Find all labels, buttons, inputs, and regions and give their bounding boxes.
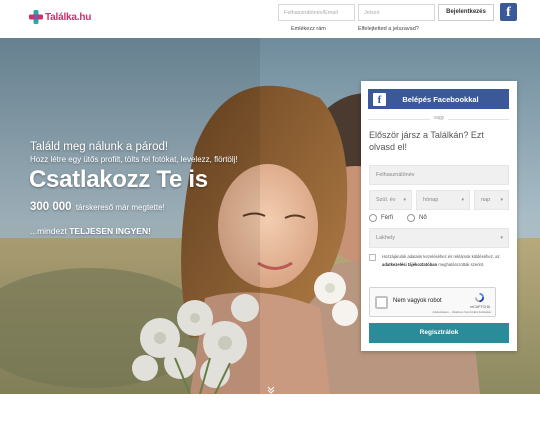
- radio-icon: [407, 214, 415, 222]
- chevron-down-icon: ▾: [500, 197, 503, 203]
- birth-year-select[interactable]: Szül. év ▾: [369, 190, 412, 210]
- radio-icon: [369, 214, 377, 222]
- recaptcha-label: Nem vagyok robot: [393, 298, 442, 304]
- member-count-text: társkereső már megtette!: [75, 203, 165, 212]
- registration-card: f Belépés Facebookkal vagy Először jársz…: [361, 81, 517, 351]
- recaptcha-brand: reCAPTCHA: [470, 305, 490, 309]
- forgot-password-link[interactable]: Elfelejtetted a jelszavad?: [358, 26, 419, 32]
- consent-text-2: meghatározottak szerint.: [438, 261, 485, 267]
- recaptcha-terms[interactable]: Adatvédelem – Általános Szerződési Felté…: [433, 310, 491, 314]
- birth-day-label: nap: [481, 197, 491, 203]
- gender-female-label: Nő: [419, 215, 427, 221]
- username-placeholder: Felhasználónév: [376, 172, 415, 178]
- facebook-icon: f: [373, 92, 386, 106]
- username-field[interactable]: Felhasználónév: [369, 165, 509, 185]
- hero-subtitle: Hozz létre egy ütős profilt, tölts fel f…: [30, 155, 238, 164]
- logo-cross-icon: [29, 10, 43, 24]
- consent-checkbox[interactable]: [369, 254, 376, 261]
- chevron-down-icon: ▾: [500, 235, 503, 241]
- chevron-double-down-icon[interactable]: [267, 386, 275, 394]
- hero-banner: Találd meg nálunk a párod! Hozz létre eg…: [0, 38, 540, 394]
- header-username-input[interactable]: [278, 4, 355, 21]
- top-header: Találka.hu Bejelentkezés f Emlékezz rám …: [0, 0, 540, 38]
- birth-month-label: hónap: [423, 197, 439, 203]
- or-divider: vagy: [368, 115, 509, 123]
- register-button[interactable]: Regisztrálok: [369, 323, 509, 343]
- free-notice: ...mindezt TELJESEN INGYEN!: [30, 226, 151, 236]
- chevron-down-icon: ▾: [461, 197, 464, 203]
- hero-tagline: Találd meg nálunk a párod!: [30, 141, 169, 153]
- location-select[interactable]: Lakhely ▾: [369, 228, 509, 248]
- login-button[interactable]: Bejelentkezés: [438, 4, 494, 21]
- birth-day-select[interactable]: nap ▾: [474, 190, 509, 210]
- header-password-input[interactable]: [358, 4, 435, 21]
- page-root: Találka.hu Bejelentkezés f Emlékezz rám …: [0, 0, 540, 432]
- member-count-number: 300 000: [30, 201, 72, 213]
- free-prefix: ...mindezt: [30, 226, 67, 236]
- remember-me-link[interactable]: Emlékezz rám: [291, 26, 326, 32]
- birth-year-label: Szül. év: [376, 197, 396, 203]
- or-text: vagy: [430, 115, 448, 121]
- birth-month-select[interactable]: hónap ▾: [416, 190, 470, 210]
- facebook-icon[interactable]: f: [500, 3, 517, 21]
- recaptcha-widget: Nem vagyok robot reCAPTCHA Adatvédelem –…: [369, 287, 496, 317]
- member-count: 300 000 társkereső már megtette!: [30, 201, 165, 213]
- logo-text: Találka.hu: [45, 11, 92, 23]
- recaptcha-checkbox[interactable]: [375, 296, 388, 309]
- gender-female-radio[interactable]: Nő: [407, 214, 427, 222]
- facebook-login-button[interactable]: f Belépés Facebookkal: [368, 89, 509, 109]
- gender-male-radio[interactable]: Férfi: [369, 214, 393, 222]
- recaptcha-icon: [474, 292, 485, 303]
- consent-text-1: Hozzájárulok adataim kezeléséhez és rekl…: [382, 254, 500, 259]
- gender-male-label: Férfi: [381, 215, 393, 221]
- free-bold: TELJESEN INGYEN!: [69, 226, 151, 236]
- form-title[interactable]: Először jársz a Találkán? Ezt olvasd el!: [369, 129, 509, 153]
- hero-headline: Csatlakozz Te is: [29, 166, 208, 193]
- chevron-down-icon: ▾: [403, 197, 406, 203]
- facebook-login-label: Belépés Facebookkal: [402, 94, 479, 104]
- location-label: Lakhely: [376, 235, 395, 241]
- privacy-policy-link[interactable]: adatkezelési tájékoztatóban: [382, 262, 437, 267]
- consent-text: Hozzájárulok adataim kezeléséhez és rekl…: [382, 253, 510, 268]
- site-logo[interactable]: Találka.hu: [29, 10, 91, 24]
